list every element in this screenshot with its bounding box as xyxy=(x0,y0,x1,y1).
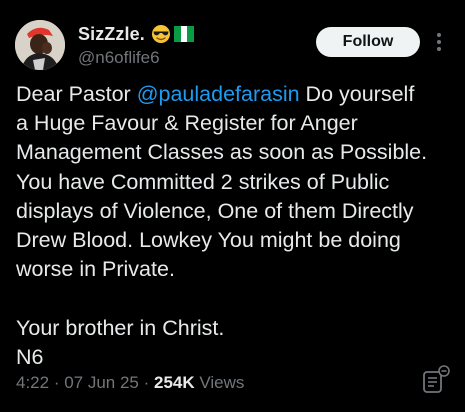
tweet-line: worse in Private. xyxy=(16,257,175,282)
tweet-date[interactable]: 07 Jun 25 xyxy=(64,373,139,392)
tweet-line: N6 xyxy=(16,344,44,369)
paragraph-break xyxy=(16,284,456,313)
sunglasses-emoji-icon xyxy=(151,24,171,44)
tweet-line: displays of Violence, One of them Direct… xyxy=(16,198,414,223)
meta-separator: · xyxy=(49,373,65,392)
avatar-image xyxy=(15,20,65,70)
mention-link[interactable]: @pauladefarasin xyxy=(137,82,300,106)
follow-button[interactable]: Follow xyxy=(316,27,420,57)
tweet-line: Dear Pastor @pauladefarasin Do yourself xyxy=(16,80,456,109)
views-label: Views xyxy=(194,373,245,392)
community-notes-icon xyxy=(423,365,450,393)
nigeria-flag-icon xyxy=(173,24,194,44)
community-notes-button[interactable] xyxy=(420,364,452,396)
author-info: SizZzle. @n6oflife6 xyxy=(78,22,194,68)
more-options-button[interactable] xyxy=(432,30,446,54)
tweet-line-text: Do yourself xyxy=(299,82,415,106)
views-count: 254K xyxy=(154,373,195,392)
tweet-meta: 4:22 · 07 Jun 25 · 254K Views xyxy=(16,373,244,393)
more-vertical-icon xyxy=(437,33,441,51)
tweet-line: a Huge Favour & Register for Anger xyxy=(16,111,358,136)
tweet-line: You have Committed 2 strikes of Public xyxy=(16,169,390,194)
avatar[interactable] xyxy=(15,20,65,70)
tweet-line: Your brother in Christ. xyxy=(16,315,225,340)
tweet-text: Dear Pastor @pauladefarasin Do yourself … xyxy=(16,80,456,372)
meta-separator: · xyxy=(138,373,154,392)
display-name[interactable]: SizZzle. xyxy=(78,24,145,45)
tweet-line: Management Classes as soon as Possible. xyxy=(16,140,428,165)
tweet-line-text: Dear Pastor xyxy=(16,82,137,106)
tweet-line: Drew Blood. Lowkey You might be doing xyxy=(16,228,401,253)
tweet-time[interactable]: 4:22 xyxy=(16,373,49,392)
handle[interactable]: @n6oflife6 xyxy=(78,48,194,68)
display-name-row: SizZzle. xyxy=(78,22,194,46)
